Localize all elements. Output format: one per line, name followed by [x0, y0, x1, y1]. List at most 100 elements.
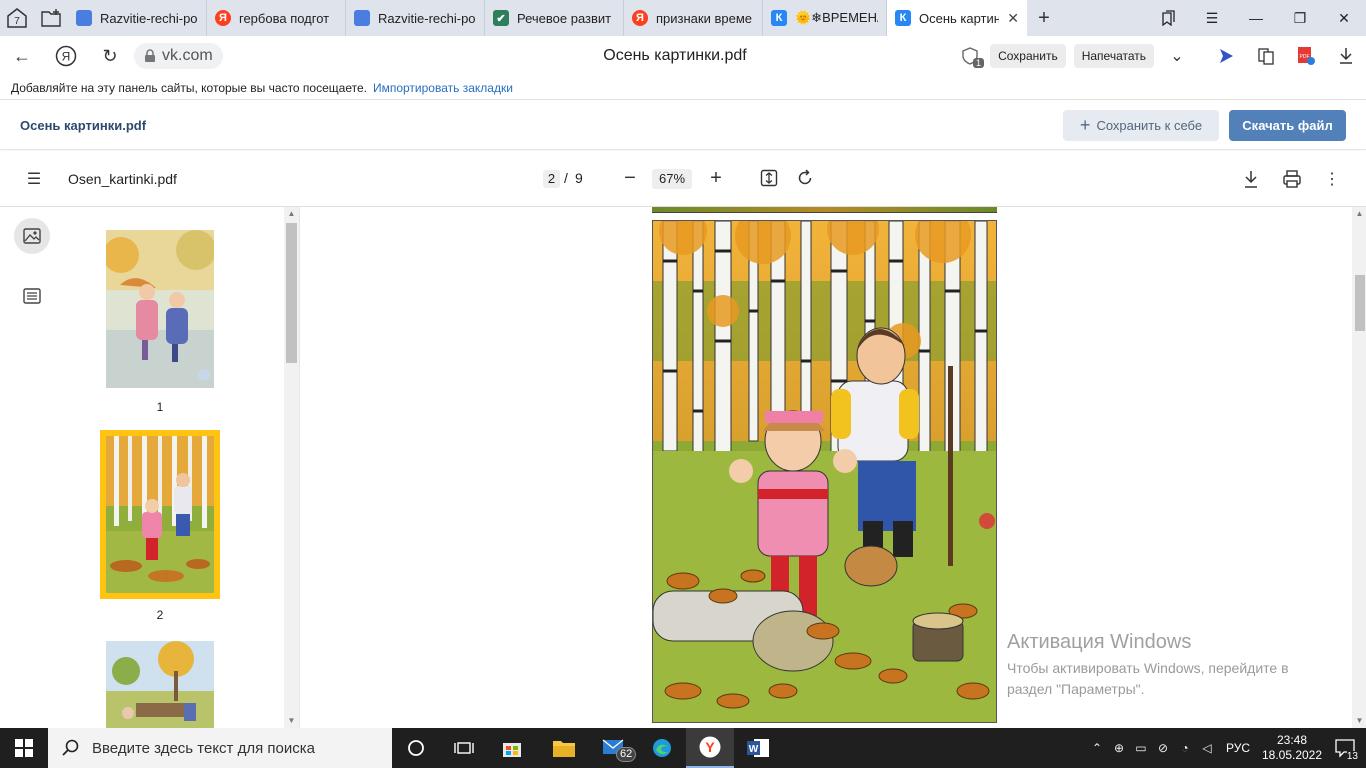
clock[interactable]: 23:48 18.05.2022: [1258, 733, 1326, 763]
security-icon[interactable]: ⊕: [1108, 741, 1130, 755]
sidebar-scrollbar[interactable]: ▲ ▼: [284, 207, 299, 728]
yandex-icon: Я: [215, 10, 231, 26]
battery-icon[interactable]: ▭: [1130, 741, 1152, 755]
menu-icon[interactable]: ☰: [1190, 0, 1234, 36]
address-bar: ← Я ↻ vk.com Осень картинки.pdf 1 Сохран…: [0, 36, 1366, 76]
url-field[interactable]: vk.com: [134, 43, 223, 69]
pdf-extension-icon[interactable]: PDF: [1286, 36, 1326, 76]
save-page-button[interactable]: Сохранить: [990, 44, 1066, 68]
sidebar-toggle-icon[interactable]: ☰: [22, 167, 46, 191]
thumbnail-image: [100, 430, 220, 599]
edge-app[interactable]: [638, 728, 686, 768]
tab-5[interactable]: Я признаки време: [624, 0, 763, 36]
tab-6[interactable]: К 🌞❄ВРЕМЕНА: [763, 0, 887, 36]
yandex-browser-icon: Y: [699, 736, 721, 758]
tab-2[interactable]: Я гербова подгот: [207, 0, 346, 36]
previous-page-edge: [652, 207, 997, 213]
yandex-icon: Я: [632, 10, 648, 26]
back-button[interactable]: ←: [0, 36, 44, 76]
import-bookmarks-link[interactable]: Импортировать закладки: [373, 81, 513, 95]
tab-title: Razvitie-rechi-po: [100, 10, 198, 26]
search-icon: [62, 739, 79, 756]
file-explorer-app[interactable]: [540, 728, 588, 768]
svg-text:Я: Я: [62, 50, 71, 64]
outline-view-icon[interactable]: [14, 278, 50, 314]
windows-taskbar: Введите здесь текст для поиска 62 Y W ⌃ …: [0, 728, 1366, 768]
page-title: Осень картинки.pdf: [603, 47, 747, 64]
doc-icon: [354, 10, 370, 26]
scroll-up-arrow-icon[interactable]: ▲: [1352, 207, 1366, 221]
zoom-in-button[interactable]: +: [706, 167, 726, 189]
restore-button[interactable]: ❐: [1278, 0, 1322, 36]
collections-icon[interactable]: [1146, 0, 1190, 36]
rotate-icon[interactable]: [796, 169, 816, 189]
download-file-button[interactable]: Скачать файл: [1229, 110, 1346, 141]
bookmarks-bar: Добавляйте на эту панель сайты, которые …: [0, 76, 1366, 100]
main-scrollbar[interactable]: ▲ ▼: [1352, 207, 1366, 728]
language-indicator[interactable]: РУС: [1218, 741, 1258, 755]
save-to-me-button[interactable]: + Сохранить к себе: [1063, 110, 1219, 141]
volume-icon[interactable]: ◁: [1196, 741, 1218, 755]
tab-3[interactable]: Razvitie-rechi-po: [346, 0, 485, 36]
page-number-input[interactable]: 2: [543, 170, 560, 188]
task-view-icon: [454, 742, 474, 754]
mail-app[interactable]: 62: [592, 728, 640, 768]
network-off-icon[interactable]: ⊘: [1152, 741, 1174, 755]
word-icon: W: [747, 739, 769, 757]
vk-file-name: Осень картинки.pdf: [20, 117, 147, 133]
chevron-down-icon[interactable]: ⌄: [1162, 36, 1192, 76]
page-thumbnail-1[interactable]: 1: [103, 230, 216, 414]
task-view-button[interactable]: [440, 728, 488, 768]
chevron-up-icon[interactable]: ⌃: [1086, 741, 1108, 755]
zoom-out-button[interactable]: −: [620, 167, 640, 189]
tab-manager-button[interactable]: 7: [0, 0, 34, 36]
thumbnails-view-icon[interactable]: [14, 218, 50, 254]
lock-icon: [145, 49, 155, 62]
reader-icon[interactable]: [1246, 36, 1286, 76]
check-icon: ✔: [493, 10, 509, 26]
svg-text:W: W: [749, 744, 759, 755]
scroll-down-arrow-icon[interactable]: ▼: [1352, 714, 1366, 728]
clock-time: 23:48: [1276, 733, 1308, 747]
close-tab-icon[interactable]: ✕: [1007, 10, 1019, 27]
scroll-up-arrow-icon[interactable]: ▲: [284, 207, 299, 221]
add-folder-button[interactable]: [34, 0, 68, 36]
pdf-print-icon[interactable]: [1282, 169, 1302, 189]
zoom-value[interactable]: 67%: [652, 169, 692, 189]
sidebar-scroll-thumb[interactable]: [286, 223, 297, 363]
print-page-button[interactable]: Напечатать: [1073, 44, 1154, 68]
send-icon[interactable]: [1206, 36, 1246, 76]
wifi-icon[interactable]: ◔: [1174, 741, 1196, 755]
taskbar-search-box[interactable]: Введите здесь текст для поиска: [48, 728, 392, 768]
store-app[interactable]: [488, 728, 536, 768]
start-button[interactable]: [0, 728, 48, 768]
page-separator: /: [564, 170, 568, 186]
tab-title: Razvitie-rechi-po: [378, 10, 476, 26]
tab-4[interactable]: ✔ Речевое развит: [485, 0, 624, 36]
tab-1[interactable]: Razvitie-rechi-po: [68, 0, 207, 36]
thumbnail-number: 1: [156, 400, 164, 414]
doc-icon: [76, 10, 92, 26]
reload-button[interactable]: ↻: [88, 36, 132, 76]
protect-shield-button[interactable]: 1: [950, 36, 990, 76]
minimize-button[interactable]: —: [1234, 0, 1278, 36]
windows-logo-icon: [15, 739, 33, 757]
page-thumbnail-3[interactable]: [106, 641, 214, 728]
word-app[interactable]: W: [734, 728, 782, 768]
new-tab-button[interactable]: +: [1027, 0, 1061, 36]
downloads-icon[interactable]: [1326, 36, 1366, 76]
tab-7-active[interactable]: К Осень картин ✕: [887, 0, 1027, 36]
main-scroll-thumb[interactable]: [1355, 275, 1365, 331]
fit-page-icon[interactable]: [760, 169, 780, 189]
notification-center-button[interactable]: 13: [1326, 728, 1366, 768]
cortana-button[interactable]: [392, 728, 440, 768]
yandex-browser-app[interactable]: Y: [686, 728, 734, 768]
scroll-down-arrow-icon[interactable]: ▼: [284, 714, 299, 728]
close-window-button[interactable]: ✕: [1322, 0, 1366, 36]
pdf-download-icon[interactable]: [1242, 169, 1262, 189]
svg-text:Y: Y: [705, 739, 715, 755]
yandex-home-button[interactable]: Я: [44, 36, 88, 76]
pdf-page-2: [652, 220, 997, 723]
more-options-icon[interactable]: ⋮: [1322, 169, 1342, 189]
page-thumbnail-2[interactable]: 2: [100, 430, 220, 622]
